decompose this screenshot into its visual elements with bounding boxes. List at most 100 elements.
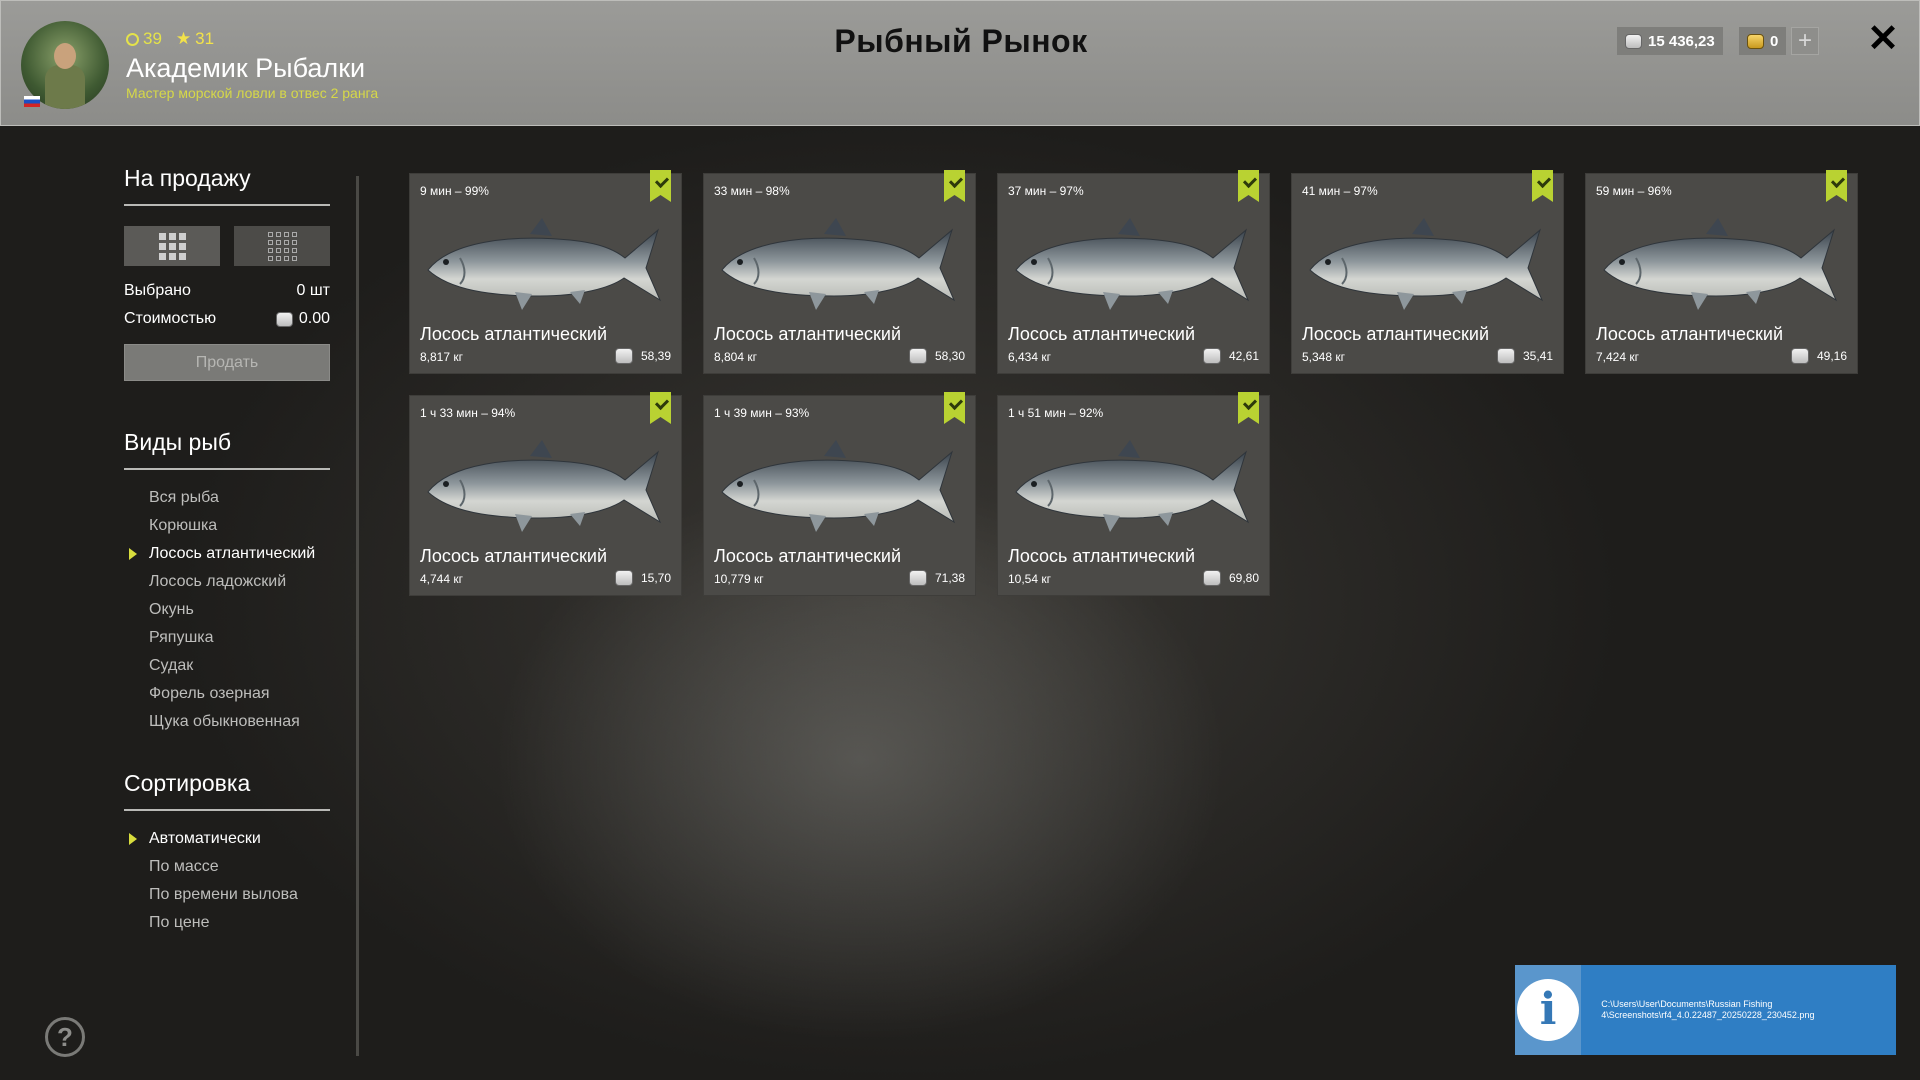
fish-weight: 10,54 кг (1008, 572, 1051, 586)
silver-balance: 15 436,23 (1617, 27, 1723, 55)
selected-label: Выбрано (124, 282, 191, 299)
sort-item[interactable]: Автоматически (124, 825, 330, 853)
fish-name: Лосось атлантический (1596, 324, 1784, 344)
player-title: Мастер морской ловли в отвес 2 ранга (126, 85, 379, 101)
fish-weight: 7,424 кг (1596, 350, 1639, 364)
salmon-icon (427, 440, 662, 532)
add-gold-button[interactable]: + (1791, 27, 1819, 55)
silver-coin-icon (614, 570, 633, 586)
species-item[interactable]: Форель озерная (124, 680, 330, 708)
fish-weight: 8,817 кг (420, 350, 463, 364)
species-item[interactable]: Ряпушка (124, 624, 330, 652)
selected-check-icon[interactable] (944, 170, 965, 202)
species-title: Виды рыб (124, 429, 330, 470)
fish-name: Лосось атлантический (420, 546, 608, 566)
selected-check-icon[interactable] (1238, 170, 1259, 202)
fish-price: 71,38 (908, 570, 965, 586)
large-grid-button[interactable] (124, 226, 220, 266)
salmon-icon (1015, 218, 1250, 310)
catch-time: 9 мин – 99% (420, 184, 489, 198)
fish-card[interactable]: 33 мин – 98% Лосось атлантический 8,804 … (704, 170, 975, 373)
fish-price: 49,16 (1790, 348, 1847, 364)
sort-item[interactable]: По времени вылова (124, 881, 330, 909)
small-grid-button[interactable] (234, 226, 330, 266)
catch-time: 37 мин – 97% (1008, 184, 1084, 198)
species-item[interactable]: Лосось атлантический (124, 540, 330, 568)
selected-check-icon[interactable] (1826, 170, 1847, 202)
fish-name: Лосось атлантический (714, 324, 902, 344)
species-item[interactable]: Судак (124, 652, 330, 680)
gold-coin-icon (1747, 33, 1764, 49)
salmon-icon (721, 440, 956, 532)
price-value: 15,70 (640, 571, 671, 585)
fish-name: Лосось атлантический (1008, 546, 1196, 566)
info-icon: i (1517, 979, 1580, 1041)
sort-title: Сортировка (124, 770, 330, 811)
help-icon: ? (57, 1022, 73, 1052)
close-icon: ✕ (1867, 18, 1899, 60)
catch-time: 59 мин – 96% (1596, 184, 1672, 198)
selected-check-icon[interactable] (650, 170, 671, 202)
silver-coin-icon (1790, 348, 1809, 364)
species-item[interactable]: Щука обыкновенная (124, 708, 330, 736)
fish-weight: 8,804 кг (714, 350, 757, 364)
cost-label: Стоимостью (124, 310, 217, 327)
plus-icon: + (1797, 27, 1812, 54)
sort-item[interactable]: По массе (124, 853, 330, 881)
selected-value: 0 шт (296, 282, 330, 299)
fish-card[interactable]: 37 мин – 97% Лосось атлантический 6,434 … (998, 170, 1269, 373)
silver-coin-icon (1496, 348, 1515, 364)
price-value: 49,16 (1816, 349, 1847, 363)
silver-coin-icon (1202, 570, 1221, 586)
selected-check-icon[interactable] (1238, 392, 1259, 424)
view-toggle (124, 226, 330, 266)
salmon-icon (721, 218, 956, 310)
salmon-icon (1309, 218, 1544, 310)
species-item[interactable]: Окунь (124, 596, 330, 624)
notification-text: C:\Users\User\Documents\Russian Fishing … (1601, 999, 1815, 1020)
silver-coin-icon (908, 348, 927, 364)
fish-name: Лосось атлантический (420, 324, 608, 344)
fish-price: 69,80 (1202, 570, 1259, 586)
fish-card[interactable]: 59 мин – 96% Лосось атлантический 7,424 … (1586, 170, 1857, 373)
fish-card[interactable]: 1 ч 33 мин – 94% Лосось атлантический 4,… (410, 392, 681, 595)
price-value: 71,38 (934, 571, 965, 585)
price-value: 58,30 (934, 349, 965, 363)
large-grid-icon (158, 232, 186, 260)
fish-name: Лосось атлантический (714, 546, 902, 566)
fish-card[interactable]: 1 ч 51 мин – 92% Лосось атлантический 10… (998, 392, 1269, 595)
fish-weight: 4,744 кг (420, 572, 463, 586)
fish-weight: 10,779 кг (714, 572, 764, 586)
selected-check-icon[interactable] (1532, 170, 1553, 202)
salmon-icon (427, 218, 662, 310)
sell-button[interactable]: Продать (124, 344, 330, 381)
selected-check-icon[interactable] (650, 392, 671, 424)
catch-time: 1 ч 39 мин – 93% (714, 406, 810, 420)
species-item[interactable]: Корюшка (124, 512, 330, 540)
sort-item[interactable]: По цене (124, 909, 330, 937)
fish-card[interactable]: 41 мин – 97% Лосось атлантический 5,348 … (1292, 170, 1563, 373)
fish-weight: 6,434 кг (1008, 350, 1051, 364)
screenshot-notification[interactable]: i C:\Users\User\Documents\Russian Fishin… (1515, 965, 1896, 1055)
fish-card[interactable]: 9 мин – 99% Лосось атлантический 8,817 к… (410, 170, 681, 373)
top-bar: 39 ★ 31 Академик Рыбалки Мастер морской … (0, 0, 1920, 126)
cost-value: 0.00 (298, 310, 330, 327)
help-button[interactable]: ? (45, 1017, 85, 1057)
for-sale-title: На продажу (124, 165, 330, 206)
price-value: 69,80 (1228, 571, 1259, 585)
silver-amount: 15 436,23 (1648, 32, 1715, 50)
species-list: Вся рыба Корюшка Лосось атлантический Лосос… (124, 484, 330, 736)
selected-row: Выбрано 0 шт (124, 282, 330, 300)
close-button[interactable]: ✕ (1865, 18, 1901, 60)
silver-coin-icon (908, 570, 927, 586)
species-item[interactable]: Лосось ладожский (124, 568, 330, 596)
catch-time: 41 мин – 97% (1302, 184, 1378, 198)
silver-coin-icon (275, 311, 293, 327)
fish-weight: 5,348 кг (1302, 350, 1345, 364)
fish-price: 15,70 (614, 570, 671, 586)
fish-card[interactable]: 1 ч 39 мин – 93% Лосось атлантический 10… (704, 392, 975, 595)
species-item[interactable]: Вся рыба (124, 484, 330, 512)
price-value: 58,39 (640, 349, 671, 363)
selected-check-icon[interactable] (944, 392, 965, 424)
silver-coin-icon (1625, 33, 1642, 49)
